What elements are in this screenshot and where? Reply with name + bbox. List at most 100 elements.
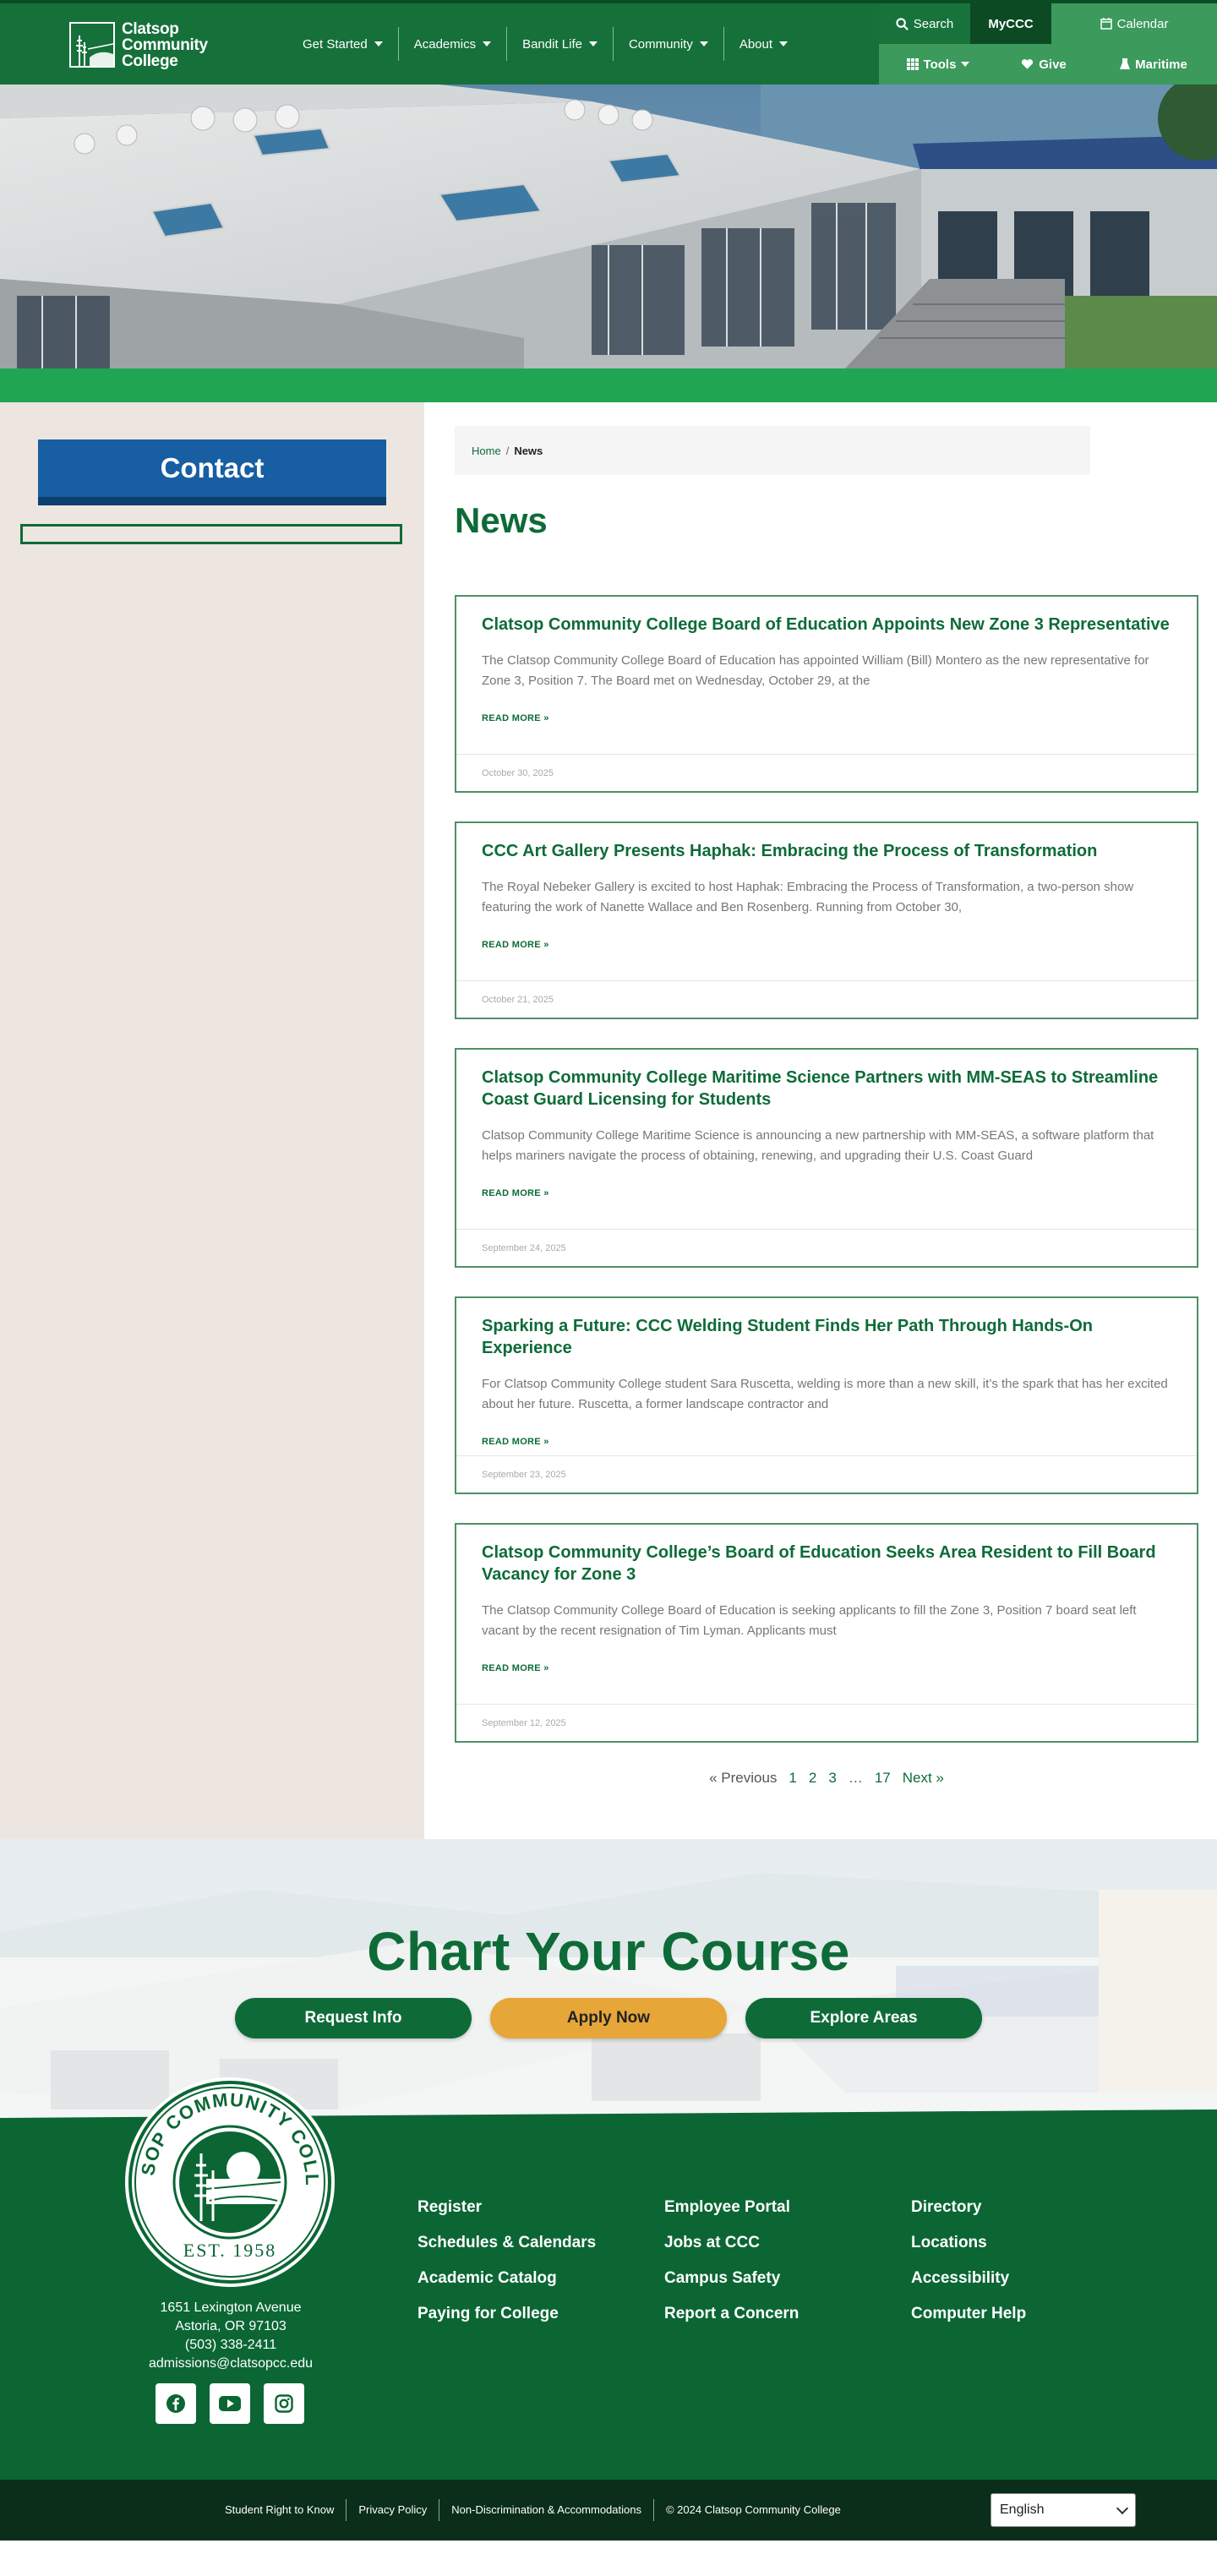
breadcrumb-separator: /	[505, 444, 510, 457]
news-card-excerpt: Clatsop Community College Maritime Scien…	[482, 1128, 1154, 1163]
campus-building-photo	[0, 85, 1217, 368]
maritime-button[interactable]: Maritime	[1090, 44, 1217, 85]
explore-areas-button[interactable]: Explore Areas	[745, 1998, 982, 2038]
pagination-ellipsis: …	[848, 1770, 863, 1786]
nav-academics[interactable]: Academics	[397, 27, 506, 61]
pagination: « Previous 1 2 3 … 17 Next »	[455, 1770, 1198, 1787]
footer-link-paying[interactable]: Paying for College	[417, 2306, 596, 2322]
nav-bandit-life[interactable]: Bandit Life	[506, 27, 613, 61]
news-card-title-link[interactable]: Clatsop Community College’s Board of Edu…	[482, 1542, 1173, 1585]
pagination-page[interactable]: 3	[828, 1770, 836, 1787]
news-card-date: October 30, 2025	[456, 754, 1197, 791]
footer-link-computer-help[interactable]: Computer Help	[911, 2306, 1026, 2322]
caret-down-icon	[483, 41, 492, 46]
caret-down-icon	[588, 41, 598, 46]
footer-link-report-concern[interactable]: Report a Concern	[664, 2306, 799, 2322]
apply-now-button[interactable]: Apply Now	[490, 1998, 727, 2038]
legal-links: Student Right to Know Privacy Policy Non…	[213, 2480, 853, 2541]
news-card-excerpt: The Clatsop Community College Board of E…	[482, 653, 1149, 688]
grid-icon	[906, 58, 919, 70]
hero-accent-stripe	[0, 368, 1217, 402]
search-button[interactable]: Search	[879, 3, 970, 44]
footer-link-directory[interactable]: Directory	[911, 2199, 1026, 2216]
read-more-link[interactable]: READ MORE »	[482, 940, 549, 950]
privacy-policy-link[interactable]: Privacy Policy	[346, 2499, 439, 2521]
news-card-excerpt: For Clatsop Community College student Sa…	[482, 1377, 1168, 1411]
pagination-page[interactable]: 1	[789, 1770, 796, 1787]
pagination-page[interactable]: 17	[875, 1770, 891, 1787]
sidebar: Contact	[0, 402, 424, 1839]
give-button[interactable]: Give	[997, 44, 1090, 85]
tools-button[interactable]: Tools	[879, 44, 997, 85]
utility-bar-bottom: Tools Give Maritime	[879, 44, 1217, 85]
language-select[interactable]: English	[991, 2493, 1136, 2527]
pagination-next[interactable]: Next »	[903, 1770, 944, 1787]
cta-title: Chart Your Course	[367, 1921, 850, 1982]
social-links	[156, 2383, 304, 2424]
news-card: CCC Art Gallery Presents Haphak: Embraci…	[455, 821, 1198, 1019]
footer-link-employee-portal[interactable]: Employee Portal	[664, 2199, 799, 2216]
news-card: Clatsop Community College Maritime Scien…	[455, 1048, 1198, 1268]
footer-address: 1651 Lexington Avenue Astoria, OR 97103 …	[85, 2299, 377, 2373]
student-right-to-know-link[interactable]: Student Right to Know	[213, 2499, 346, 2521]
nav-about[interactable]: About	[723, 27, 803, 61]
footer-link-schedules[interactable]: Schedules & Calendars	[417, 2235, 596, 2251]
footer-link-locations[interactable]: Locations	[911, 2235, 1026, 2251]
footer-link-accessibility[interactable]: Accessibility	[911, 2270, 1026, 2287]
language-select-value: English	[1000, 2502, 1045, 2517]
copyright-text: © 2024 Clatsop Community College	[652, 2499, 853, 2521]
email-link[interactable]: admissions@clatsopcc.edu	[85, 2355, 377, 2373]
college-logo[interactable]: Clatsop Community College	[69, 20, 215, 69]
contact-button[interactable]: Contact	[38, 439, 386, 505]
news-card-title-link[interactable]: Clatsop Community College Board of Educa…	[482, 614, 1173, 636]
instagram-icon	[275, 2394, 293, 2413]
caret-down-icon	[374, 41, 383, 46]
pagination-page[interactable]: 2	[809, 1770, 816, 1787]
utility-bar-top: Search MyCCC Calendar	[879, 3, 1217, 44]
news-card-excerpt: The Clatsop Community College Board of E…	[482, 1603, 1137, 1638]
footer-links-column-3: Directory Locations Accessibility Comput…	[911, 2199, 1026, 2322]
non-discrimination-link[interactable]: Non-Discrimination & Accommodations	[439, 2499, 653, 2521]
facebook-icon	[166, 2394, 185, 2413]
search-icon	[896, 17, 909, 30]
heart-icon	[1022, 59, 1034, 69]
youtube-link[interactable]	[210, 2383, 250, 2424]
breadcrumb-home-link[interactable]: Home	[472, 445, 501, 457]
breadcrumb-current: News	[514, 444, 543, 457]
address-city: Astoria, OR 97103	[175, 2319, 287, 2333]
site-header: Clatsop Community College Get Started Ac…	[0, 0, 1217, 85]
pagination-previous[interactable]: « Previous	[709, 1770, 777, 1787]
legal-bar: Student Right to Know Privacy Policy Non…	[0, 2480, 1217, 2541]
cta-button-group: Request Info Apply Now Explore Areas	[0, 1998, 1217, 2038]
youtube-icon	[219, 2396, 241, 2411]
request-info-button[interactable]: Request Info	[235, 1998, 472, 2038]
flask-icon	[1120, 58, 1131, 69]
news-card: Clatsop Community College Board of Educa…	[455, 595, 1198, 793]
calendar-button[interactable]: Calendar	[1051, 3, 1217, 44]
read-more-link[interactable]: READ MORE »	[482, 1663, 549, 1673]
nav-community[interactable]: Community	[612, 27, 723, 61]
read-more-link[interactable]: READ MORE »	[482, 713, 549, 723]
main-nav: Get Started Academics Bandit Life Commun…	[287, 27, 803, 61]
facebook-link[interactable]	[156, 2383, 196, 2424]
news-card-title-link[interactable]: Clatsop Community College Maritime Scien…	[482, 1067, 1173, 1111]
read-more-link[interactable]: READ MORE »	[482, 1188, 549, 1198]
footer-link-campus-safety[interactable]: Campus Safety	[664, 2270, 799, 2287]
news-card-title-link[interactable]: CCC Art Gallery Presents Haphak: Embraci…	[482, 840, 1173, 862]
college-seal-logo: CLATSOP COMMUNITY COLLEGE EST. 1958	[117, 2060, 335, 2287]
footer-link-register[interactable]: Register	[417, 2199, 596, 2216]
read-more-link[interactable]: READ MORE »	[482, 1437, 549, 1447]
instagram-link[interactable]	[264, 2383, 304, 2424]
news-listing: Home / News News Clatsop Community Colle…	[424, 402, 1217, 1839]
news-card-title-link[interactable]: Sparking a Future: CCC Welding Student F…	[482, 1315, 1173, 1359]
nav-get-started[interactable]: Get Started	[287, 27, 398, 61]
logo-tree-icon	[69, 22, 115, 68]
footer-link-catalog[interactable]: Academic Catalog	[417, 2270, 596, 2287]
site-footer: CLATSOP COMMUNITY COLLEGE EST. 1958 1651…	[0, 2060, 1217, 2480]
address-street: 1651 Lexington Avenue	[160, 2300, 302, 2315]
footer-link-jobs[interactable]: Jobs at CCC	[664, 2235, 799, 2251]
chevron-down-icon	[1116, 2502, 1129, 2515]
myccc-button[interactable]: MyCCC	[970, 3, 1051, 44]
caret-down-icon	[779, 41, 789, 46]
caret-down-icon	[699, 41, 708, 46]
